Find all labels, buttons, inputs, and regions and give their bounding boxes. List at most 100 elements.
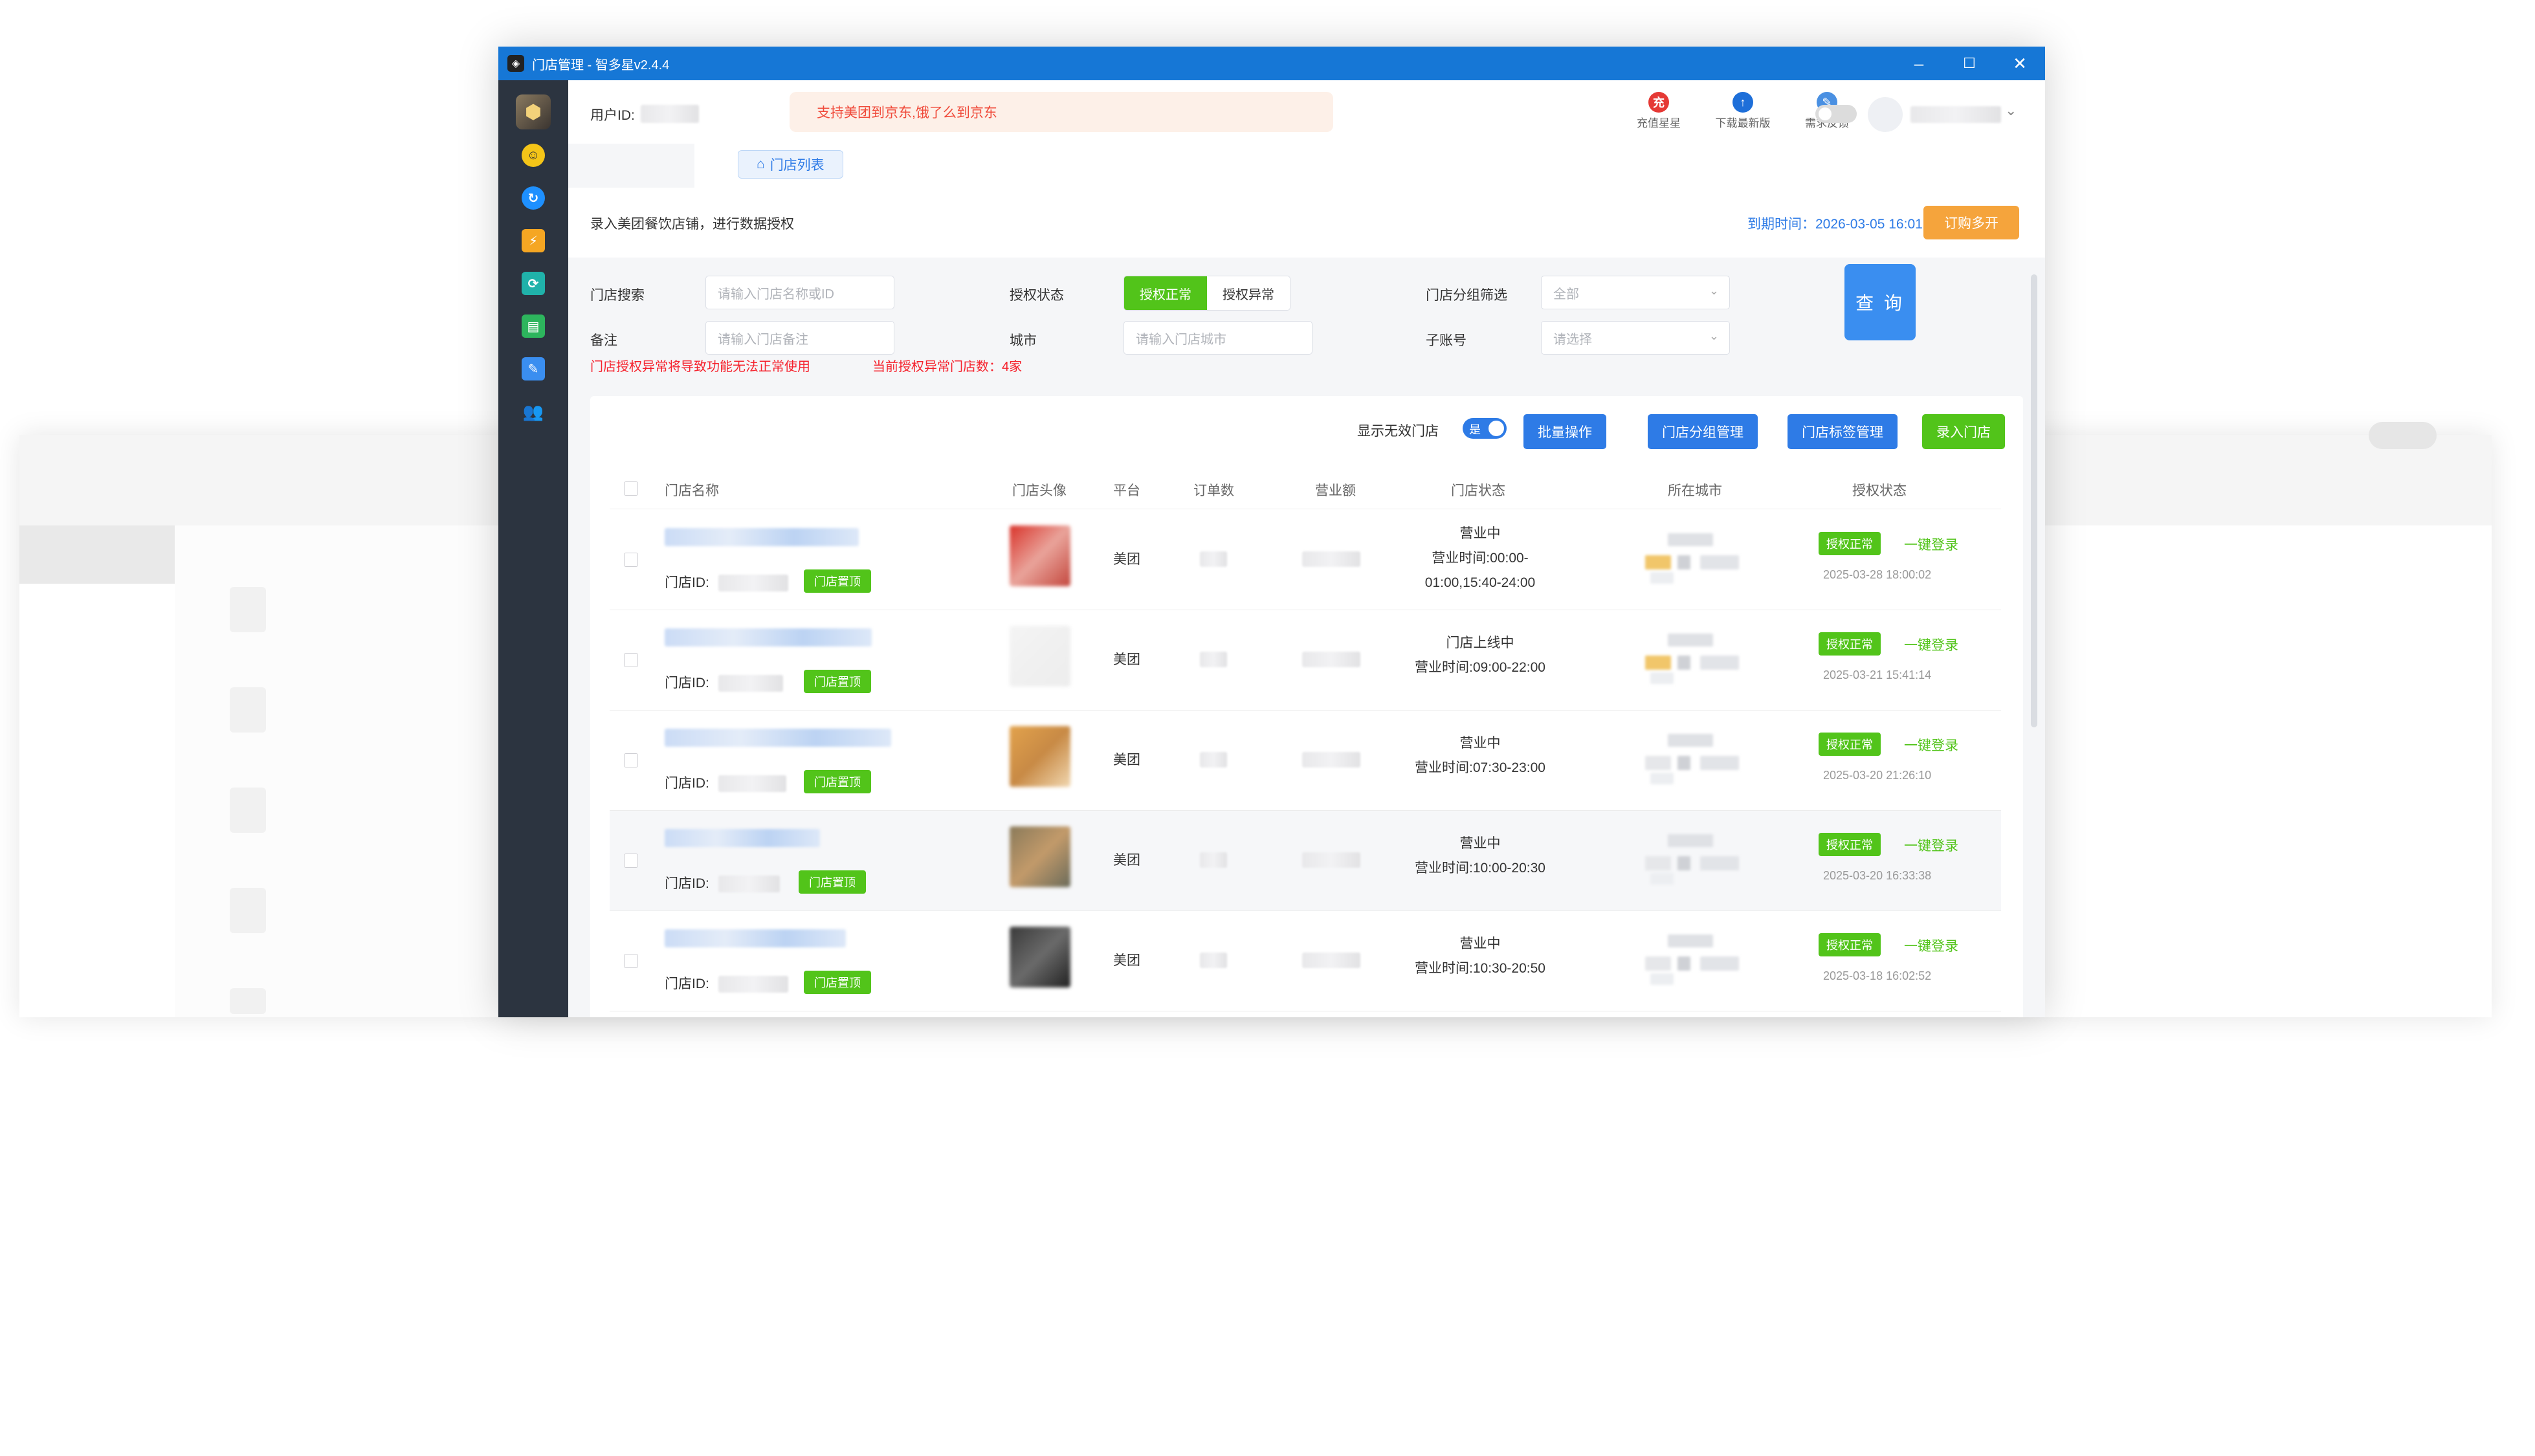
city-cell [1639,834,1749,886]
revenue-cell [1302,852,1360,868]
city-blur-block [1645,756,1671,770]
revenue-cell [1302,752,1360,767]
group-manage-button[interactable]: 门店分组管理 [1648,414,1758,449]
header-store-status: 门店状态 [1451,483,1505,498]
sidebar-lightning-icon[interactable]: ⚡ [522,229,545,252]
chevron-down-icon[interactable]: ⌄ [2005,102,2017,119]
sidebar-users-icon[interactable]: 👥 [522,400,545,423]
orders-cell [1200,551,1227,567]
order-more-button[interactable]: 订购多开 [1923,206,2019,239]
header-store-name: 门店名称 [665,483,719,498]
table-header: 门店名称 门店头像 平台 订单数 营业额 门店状态 所在城市 授权状态 [610,469,2001,509]
tab-store-list[interactable]: ⌂ 门店列表 [738,150,843,179]
select-all-checkbox[interactable] [624,481,638,496]
sidebar-cycle-icon[interactable]: ⟳ [522,272,545,295]
group-filter-value: 全部 [1553,287,1579,302]
row-checkbox[interactable] [624,954,638,968]
city-blur-block [1650,973,1674,985]
status-line: 营业时间:09:00-22:00 [1415,660,1545,675]
pin-store-button[interactable]: 门店置顶 [804,569,871,593]
one-click-login-link[interactable]: 一键登录 [1904,535,1958,554]
subaccount-select[interactable]: 请选择 ⌄ [1541,321,1730,355]
row-checkbox[interactable] [624,854,638,868]
pin-store-button[interactable]: 门店置顶 [804,770,871,793]
store-name-link[interactable] [665,829,820,847]
store-id-label: 门店ID: [665,676,709,690]
store-status-cell: 营业中 营业时间:10:00-20:30 [1383,832,1577,881]
one-click-login-link[interactable]: 一键登录 [1904,835,1958,855]
sidebar-smile-icon[interactable]: ☺ [522,144,545,167]
row-checkbox[interactable] [624,553,638,567]
scrollbar[interactable] [2031,274,2037,727]
one-click-login-link[interactable]: 一键登录 [1904,936,1958,955]
theme-toggle[interactable] [1815,105,1857,123]
store-search-input[interactable]: 请输入门店名称或ID [705,276,894,309]
user-id-label: 用户ID: [590,108,635,123]
city-blur-block [1668,734,1713,747]
background-card [230,888,266,933]
group-filter-select[interactable]: 全部 ⌄ [1541,276,1730,309]
store-search-label: 门店搜索 [590,288,645,303]
batch-operation-button[interactable]: 批量操作 [1523,414,1606,449]
city-blur-block [1645,656,1671,670]
sidebar-refresh-icon[interactable]: ↻ [522,186,545,210]
store-avatar [1010,927,1070,987]
remark-input[interactable]: 请输入门店备注 [705,321,894,355]
background-card [230,988,266,1014]
store-status-cell: 门店上线中 营业时间:09:00-22:00 [1383,631,1577,680]
auth-status-toggle: 授权正常 授权异常 [1124,276,1290,311]
maximize-button[interactable]: ☐ [1944,47,1995,80]
user-id-value [641,105,699,123]
city-blur-block [1677,656,1690,670]
header-store-avatar: 门店头像 [1012,483,1067,498]
auth-status-badge: 授权正常 [1819,532,1881,555]
store-status-cell: 营业中 营业时间:07:30-23:00 [1383,731,1577,780]
auth-abnormal-option[interactable]: 授权异常 [1207,276,1290,310]
show-invalid-label: 显示无效门店 [1357,424,1439,439]
recharge-stars-button[interactable]: 充 充值星星 [1626,92,1691,130]
city-blur-block [1668,533,1713,546]
title-bar: ◈ 门店管理 - 智多星v2.4.4 – ☐ ✕ [498,47,2045,80]
add-store-button[interactable]: 录入门店 [1922,414,2005,449]
close-button[interactable]: ✕ [1995,47,2045,80]
filter-panel: 门店搜索 请输入门店名称或ID 备注 请输入门店备注 授权状态 授权正常 授权异… [568,258,2045,387]
city-blur-block [1677,555,1690,569]
auth-normal-option[interactable]: 授权正常 [1124,276,1207,310]
auth-time: 2025-03-28 18:00:02 [1823,568,1932,581]
minimize-button[interactable]: – [1894,47,1944,80]
city-blur-block [1668,934,1713,947]
status-line: 营业时间:10:00-20:30 [1415,861,1545,876]
home-icon: ⌂ [757,157,765,171]
pin-store-button[interactable]: 门店置顶 [799,870,866,894]
auth-status-badge: 授权正常 [1819,833,1881,856]
one-click-login-link[interactable]: 一键登录 [1904,735,1958,755]
download-latest-button[interactable]: ↑ 下载最新版 [1710,92,1775,130]
top-bar: 用户ID: 支持美团到京东,饿了么到京东 充 充值星星 ↑ 下载最新版 ✎ 需求… [568,80,2045,144]
pin-store-button[interactable]: 门店置顶 [804,971,871,994]
tag-manage-button[interactable]: 门店标签管理 [1788,414,1898,449]
query-button[interactable]: 查 询 [1844,264,1916,340]
sidebar-card-icon[interactable]: ▤ [522,314,545,338]
row-checkbox[interactable] [624,653,638,667]
avatar[interactable] [1868,97,1903,132]
store-id-label: 门店ID: [665,776,709,791]
store-name-link[interactable] [665,528,859,546]
auth-status-badge: 授权正常 [1819,632,1881,656]
store-name-link[interactable] [665,929,846,947]
status-line: 营业时间:10:30-20:50 [1415,961,1545,976]
chevron-down-icon: ⌄ [1709,329,1719,342]
sidebar-document-icon[interactable]: ✎ [522,357,545,381]
city-input[interactable]: 请输入门店城市 [1124,321,1312,355]
user-name[interactable] [1910,106,2001,123]
city-blur-block [1700,956,1739,971]
revenue-cell [1302,953,1360,968]
one-click-login-link[interactable]: 一键登录 [1904,635,1958,654]
pin-store-button[interactable]: 门店置顶 [804,670,871,693]
table-row: 门店ID: 门店置顶 美团 营业中 营业时间:07:30-23:00 授权正常 一… [610,711,2001,811]
store-name-link[interactable] [665,628,872,646]
show-invalid-switch[interactable]: 是 [1463,418,1507,439]
store-name-link[interactable] [665,729,891,747]
download-label: 下载最新版 [1715,117,1771,129]
row-checkbox[interactable] [624,753,638,767]
table-row: 门店ID: 门店置顶 美团 营业中 营业时间:10:00-20:30 授权正常 一… [610,811,2001,911]
